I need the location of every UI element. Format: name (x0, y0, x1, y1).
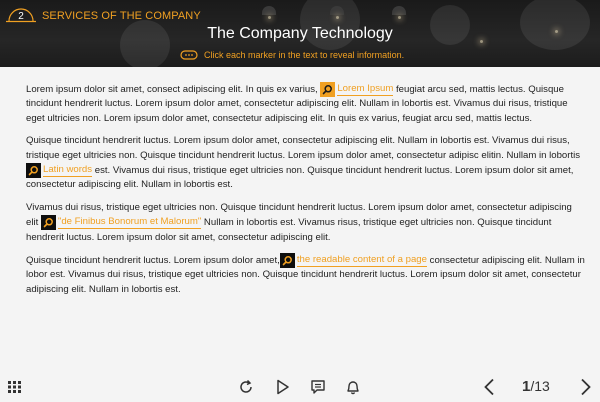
background-lamp (262, 6, 276, 15)
magnifier-icon (320, 82, 336, 97)
paragraph: Vivamus dui risus, tristique eget ultric… (26, 201, 586, 245)
magnifier-icon (279, 253, 295, 269)
background-light (268, 16, 271, 19)
paragraph: Quisque tincidunt hendrerit luctus. Lore… (26, 134, 586, 193)
paragraph-text: Quisque tincidunt hendrerit luctus. Lore… (26, 255, 280, 267)
magnifier-icon (26, 163, 41, 179)
page-indicator: 1/13 (522, 378, 550, 395)
replay-icon (240, 379, 252, 393)
content-text: Lorem ipsum dolor sit amet, consect adip… (26, 82, 586, 305)
marker-label: Latin words (43, 164, 93, 178)
magnifier-icon (40, 215, 56, 231)
marker-readable-content[interactable]: the readable content of a page (279, 253, 427, 269)
header: 2 SERVICES OF THE COMPANY The Company Te… (0, 0, 600, 67)
next-page-button[interactable] (576, 377, 596, 397)
section-number: 2 (18, 11, 24, 22)
background-lamp (392, 6, 406, 15)
notes-button[interactable] (308, 377, 328, 397)
paragraph-text: est. Vivamus dui risus, tristique eget u… (26, 165, 574, 191)
chat-bubble-icon (180, 49, 198, 60)
paragraph-text: Quisque tincidunt hendrerit luctus. Lore… (26, 135, 581, 161)
background-light (336, 16, 339, 19)
replay-button[interactable] (236, 377, 256, 397)
menu-grid-icon (8, 381, 21, 393)
marker-de-finibus[interactable]: "de Finibus Bonorum et Malorum" (40, 215, 202, 231)
total-pages: /13 (530, 378, 550, 394)
marker-label: Lorem Ipsum (337, 83, 394, 96)
comment-icon (311, 380, 325, 394)
hint: Click each marker in the text to reveal … (180, 48, 404, 62)
marker-latin-words[interactable]: Latin words (26, 163, 93, 179)
paragraph-text: Lorem ipsum dolor sit amet, consect adip… (26, 84, 321, 95)
menu-button[interactable] (6, 378, 24, 396)
bell-icon (347, 381, 359, 395)
background-light (398, 16, 401, 19)
chevron-right-icon (581, 378, 591, 396)
marker-lorem-ipsum[interactable]: Lorem Ipsum (320, 82, 394, 97)
play-button[interactable] (273, 377, 293, 397)
footer-toolbar: 1/13 (0, 372, 600, 402)
hint-text: Click each marker in the text to reveal … (204, 50, 405, 60)
background-lamp (330, 6, 344, 15)
paragraph: Lorem ipsum dolor sit amet, consect adip… (26, 82, 586, 126)
previous-page-button[interactable] (479, 377, 499, 397)
marker-label: the readable content of a page (296, 254, 427, 268)
section-title: SERVICES OF THE COMPANY (42, 10, 201, 22)
page-title: The Company Technology (207, 25, 393, 42)
marker-label: "de Finibus Bonorum et Malorum" (57, 216, 202, 230)
play-icon (277, 379, 289, 395)
chevron-left-icon (484, 378, 494, 396)
section-number-badge: 2 (6, 8, 36, 23)
notifications-button[interactable] (343, 377, 363, 397)
paragraph: Quisque tincidunt hendrerit luctus. Lore… (26, 253, 586, 297)
